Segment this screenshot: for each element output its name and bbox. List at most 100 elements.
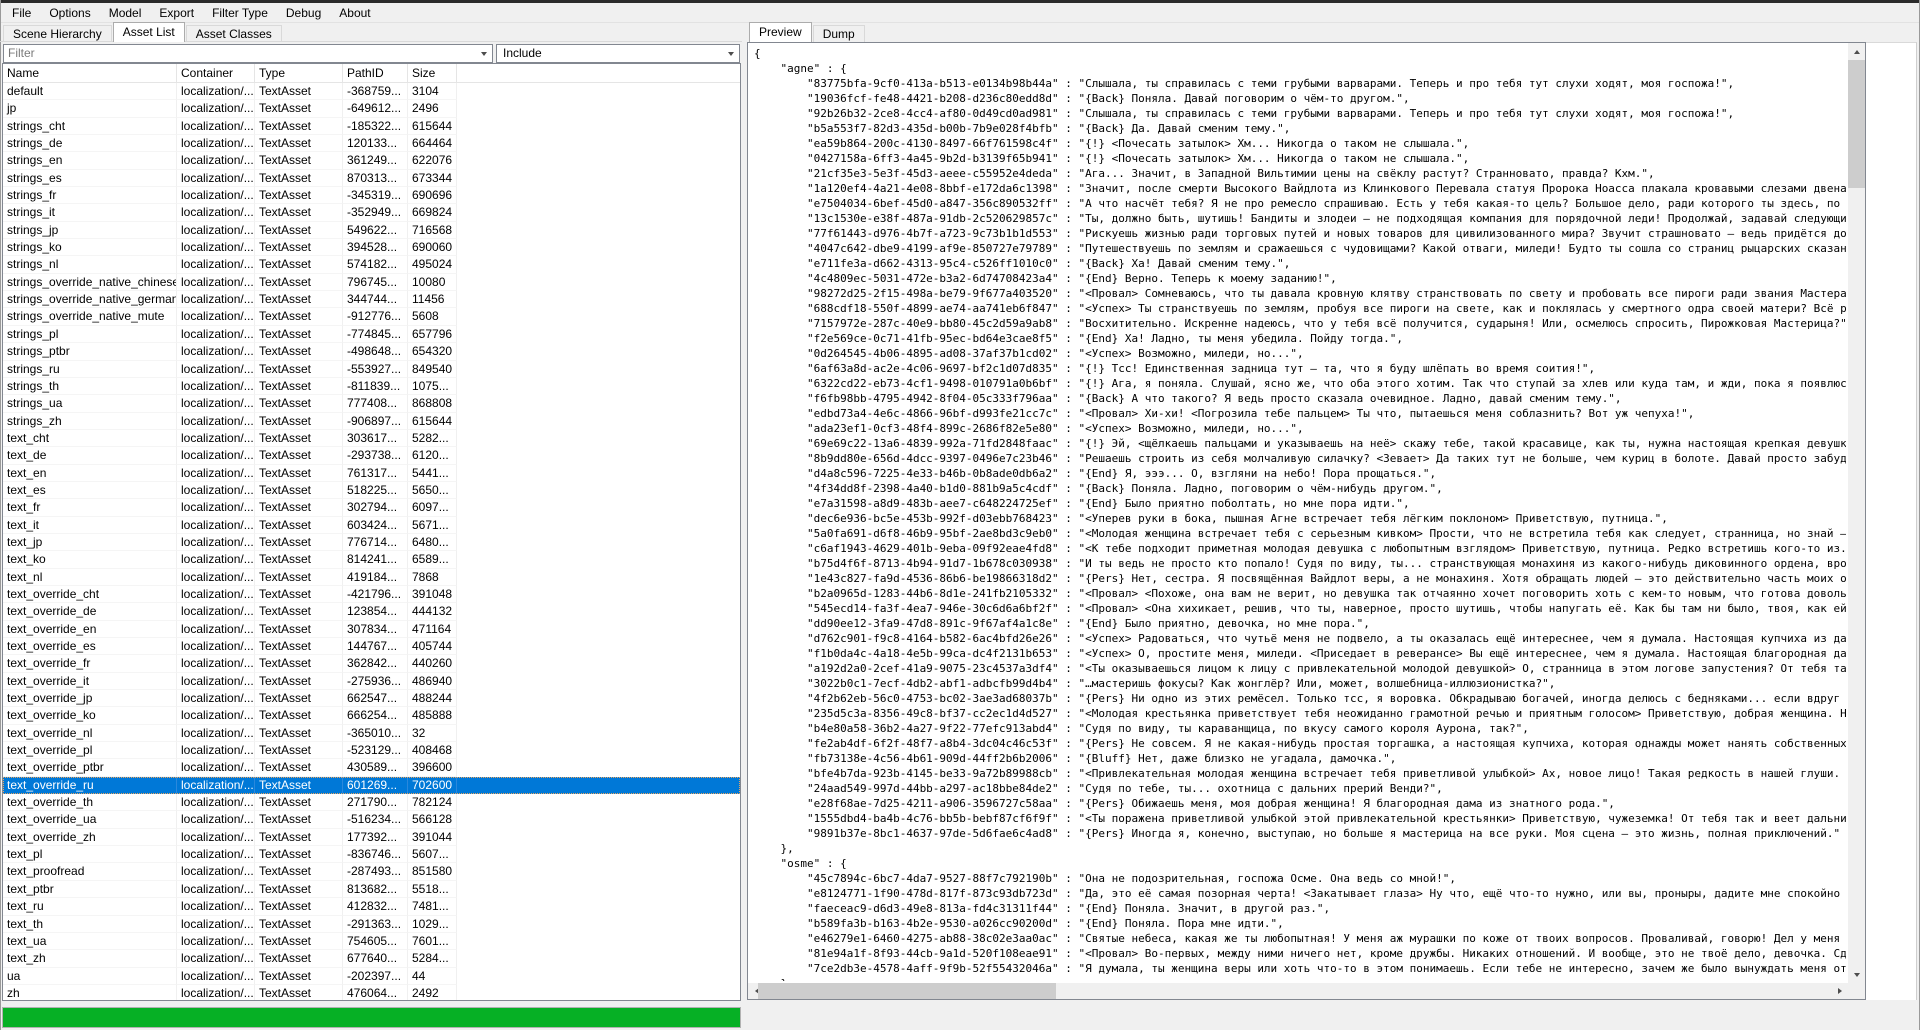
column-header-name[interactable]: Name <box>3 64 177 82</box>
chevron-down-icon[interactable] <box>481 52 487 56</box>
table-cell: localization/... <box>177 742 255 760</box>
table-cell: text_override_ru <box>3 776 177 795</box>
menu-item-debug[interactable]: Debug <box>277 3 330 23</box>
scroll-up-icon[interactable] <box>1848 43 1865 60</box>
filter-input[interactable] <box>4 45 476 61</box>
table-row[interactable]: text_th localization/... TextAsset -291363.… <box>3 915 740 933</box>
table-row[interactable]: strings_cht localization/... TextAsset -185… <box>3 117 740 136</box>
menu-item-options[interactable]: Options <box>40 3 99 23</box>
table-cell: -836746... <box>343 846 408 864</box>
preview-json-text[interactable]: { "agne" : { "83775bfa-9cf0-413a-b513-e0… <box>754 46 1846 981</box>
column-header-pathid[interactable]: PathID <box>343 64 408 82</box>
table-row[interactable]: text_it localization/... TextAsset 603424..… <box>3 516 740 534</box>
table-cell: 677640... <box>343 950 408 968</box>
table-row[interactable]: strings_ru localization/... TextAsset -5539… <box>3 360 740 378</box>
table-row[interactable]: text_override_ru localization/... TextAsse… <box>3 776 740 795</box>
table-row[interactable]: default localization/... TextAsset -368759.… <box>3 83 740 101</box>
table-row[interactable]: text_zh localization/... TextAsset 677640..… <box>3 950 740 968</box>
table-cell: strings_ptbr <box>3 343 177 361</box>
tab-preview[interactable]: Preview <box>749 22 812 42</box>
table-cell: 870313... <box>343 169 408 188</box>
table-row[interactable]: text_cht localization/... TextAsset 303617.… <box>3 429 740 448</box>
table-row[interactable]: strings_fr localization/... TextAsset -3453… <box>3 187 740 205</box>
tab-dump[interactable]: Dump <box>812 25 865 42</box>
table-cell: TextAsset <box>255 412 343 430</box>
table-row[interactable]: strings_ua localization/... TextAsset 77740… <box>3 395 740 413</box>
table-row[interactable]: text_override_pl localization/... TextAsse… <box>3 742 740 760</box>
table-row[interactable]: strings_override_native_german localizati… <box>3 291 740 309</box>
tab-asset-list[interactable]: Asset List <box>112 22 185 42</box>
table-row[interactable]: text_override_fr localization/... TextAsse… <box>3 655 740 673</box>
table-row[interactable]: strings_nl localization/... TextAsset 57418… <box>3 256 740 274</box>
tab-scene-hierarchy[interactable]: Scene Hierarchy <box>3 25 112 42</box>
table-row[interactable]: jp localization/... TextAsset -649612... 249… <box>3 100 740 118</box>
table-row[interactable]: text_fr localization/... TextAsset 302794..… <box>3 499 740 517</box>
table-row[interactable]: strings_ptbr localization/... TextAsset -49… <box>3 343 740 361</box>
scroll-right-icon[interactable] <box>1831 983 1848 999</box>
table-row[interactable]: zh localization/... TextAsset 476064... 2492 <box>3 984 740 1000</box>
table-row[interactable]: text_en localization/... TextAsset 761317..… <box>3 464 740 482</box>
filter-mode-combobox[interactable]: Include <box>496 44 740 63</box>
filter-combobox[interactable] <box>3 44 493 63</box>
menu-item-file[interactable]: File <box>3 3 40 23</box>
table-row[interactable]: text_override_it localization/... TextAsse… <box>3 672 740 691</box>
vertical-scrollbar[interactable] <box>1848 43 1865 983</box>
menu-item-filter-type[interactable]: Filter Type <box>203 3 277 23</box>
table-row[interactable]: text_override_th localization/... TextAsse… <box>3 794 740 812</box>
table-row[interactable]: text_override_es localization/... TextAsse… <box>3 638 740 656</box>
horizontal-scrollbar-thumb[interactable] <box>758 983 1056 999</box>
table-cell: TextAsset <box>255 724 343 743</box>
table-row[interactable]: strings_jp localization/... TextAsset 54962… <box>3 221 740 240</box>
window-left-edge <box>0 0 1 1030</box>
table-row[interactable]: strings_zh localization/... TextAsset -9068… <box>3 412 740 430</box>
vertical-scrollbar-thumb[interactable] <box>1848 60 1865 188</box>
table-row[interactable]: strings_en localization/... TextAsset 36124… <box>3 152 740 170</box>
table-row[interactable]: text_override_de localization/... TextAsse… <box>3 603 740 621</box>
table-row[interactable]: text_proofread localization/... TextAsset -… <box>3 863 740 881</box>
table-row[interactable]: text_override_zh localization/... TextAsse… <box>3 828 740 847</box>
table-row[interactable]: text_nl localization/... TextAsset 419184..… <box>3 568 740 586</box>
column-header-size[interactable]: Size <box>408 64 457 82</box>
table-row[interactable]: text_override_cht localization/... TextAss… <box>3 585 740 604</box>
table-row[interactable]: strings_ko localization/... TextAsset 39452… <box>3 239 740 257</box>
table-row[interactable]: text_de localization/... TextAsset -293738.… <box>3 447 740 465</box>
table-cell: TextAsset <box>255 828 343 847</box>
table-cell: 412832... <box>343 898 408 916</box>
table-row[interactable]: text_ru localization/... TextAsset 412832..… <box>3 898 740 916</box>
table-row[interactable]: strings_override_native_chinese localizat… <box>3 273 740 292</box>
table-cell: TextAsset <box>255 187 343 205</box>
table-row[interactable]: ua localization/... TextAsset -202397... 44 <box>3 967 740 985</box>
chevron-down-icon[interactable] <box>728 52 734 56</box>
table-cell: TextAsset <box>255 585 343 604</box>
table-cell: TextAsset <box>255 447 343 465</box>
horizontal-scrollbar[interactable] <box>748 983 1848 999</box>
table-row[interactable]: text_override_ua localization/... TextAsse… <box>3 811 740 829</box>
table-row[interactable]: text_pl localization/... TextAsset -836746.… <box>3 846 740 864</box>
table-row[interactable]: text_ko localization/... TextAsset 814241..… <box>3 551 740 569</box>
table-row[interactable]: strings_it localization/... TextAsset -3529… <box>3 204 740 222</box>
table-cell: localization/... <box>177 412 255 430</box>
scroll-down-icon[interactable] <box>1848 966 1865 983</box>
table-row[interactable]: text_override_ko localization/... TextAsse… <box>3 707 740 725</box>
table-row[interactable]: text_ptbr localization/... TextAsset 813682… <box>3 880 740 899</box>
menu-item-about[interactable]: About <box>330 3 379 23</box>
table-row[interactable]: text_jp localization/... TextAsset 776714..… <box>3 533 740 552</box>
table-row[interactable]: text_override_ptbr localization/... TextAs… <box>3 759 740 777</box>
tab-asset-classes[interactable]: Asset Classes <box>185 25 282 42</box>
table-row[interactable]: strings_es localization/... TextAsset 87031… <box>3 169 740 188</box>
table-cell: TextAsset <box>255 811 343 829</box>
table-cell: localization/... <box>177 273 255 292</box>
menu-item-model[interactable]: Model <box>100 3 151 23</box>
table-row[interactable]: text_es localization/... TextAsset 518225..… <box>3 481 740 500</box>
table-row[interactable]: strings_override_native_mute localization… <box>3 308 740 326</box>
table-row[interactable]: strings_de localization/... TextAsset 12013… <box>3 135 740 153</box>
column-header-type[interactable]: Type <box>255 64 343 82</box>
table-row[interactable]: strings_pl localization/... TextAsset -7748… <box>3 325 740 344</box>
menu-item-export[interactable]: Export <box>150 3 203 23</box>
table-row[interactable]: text_override_nl localization/... TextAsse… <box>3 724 740 743</box>
table-row[interactable]: text_override_jp localization/... TextAsse… <box>3 690 740 708</box>
table-row[interactable]: text_override_en localization/... TextAsse… <box>3 620 740 638</box>
table-row[interactable]: text_ua localization/... TextAsset 754605..… <box>3 932 740 951</box>
column-header-container[interactable]: Container <box>177 64 255 82</box>
table-row[interactable]: strings_th localization/... TextAsset -8118… <box>3 377 740 396</box>
